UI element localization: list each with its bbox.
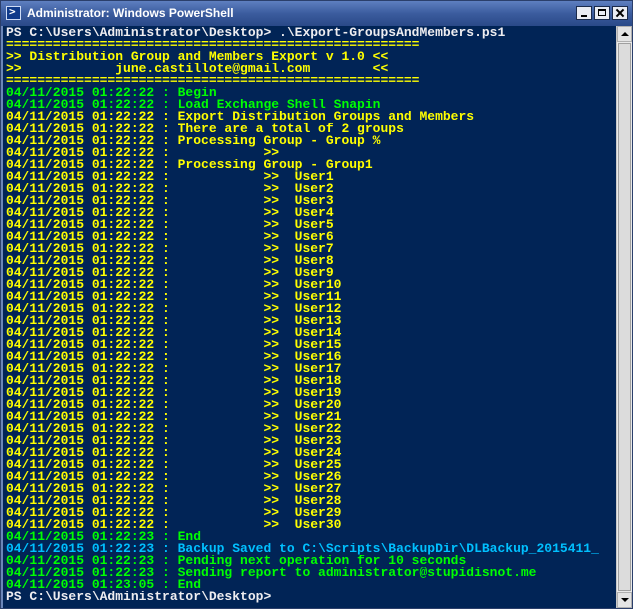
scroll-down-arrow-icon[interactable]: [617, 592, 632, 608]
maximize-button[interactable]: [594, 6, 610, 20]
console-line: 04/11/2015 01:22:22 : >> User23: [6, 435, 342, 447]
console-line: 04/11/2015 01:22:22 : >> User26: [6, 471, 342, 483]
console-line: 04/11/2015 01:22:22 : >> User14: [6, 327, 342, 339]
console-line: 04/11/2015 01:22:22 : >> User16: [6, 351, 342, 363]
console-line: 04/11/2015 01:22:22 : >> User11: [6, 291, 342, 303]
console-line: 04/11/2015 01:22:22 : >> User8: [6, 255, 334, 267]
console-line: 04/11/2015 01:22:22 : >> User10: [6, 279, 342, 291]
console-line: 04/11/2015 01:22:22 : >> User28: [6, 495, 342, 507]
console-line: >> Distribution Group and Members Export…: [6, 51, 389, 63]
console-line: 04/11/2015 01:22:22 : >> User25: [6, 459, 342, 471]
console-line: 04/11/2015 01:22:22 : >> User29: [6, 507, 342, 519]
scroll-up-arrow-icon[interactable]: [617, 26, 632, 42]
title-bar[interactable]: > Administrator: Windows PowerShell: [1, 1, 632, 26]
console-line: PS C:\Users\Administrator\Desktop>: [6, 591, 272, 603]
console-line: ========================================…: [6, 75, 420, 87]
console-line: 04/11/2015 01:22:22 : >> User24: [6, 447, 342, 459]
console-line: 04/11/2015 01:22:22 : >> User20: [6, 399, 342, 411]
console-line: 04/11/2015 01:22:22 : >> User7: [6, 243, 334, 255]
window-title: Administrator: Windows PowerShell: [27, 6, 234, 20]
console-line: 04/11/2015 01:22:22 : >> User9: [6, 267, 334, 279]
powershell-icon[interactable]: >: [6, 5, 21, 20]
scrollbar-thumb[interactable]: [618, 43, 631, 591]
console-lines: PS C:\Users\Administrator\Desktop> .\Exp…: [6, 27, 599, 603]
console-output[interactable]: PS C:\Users\Administrator\Desktop> .\Exp…: [3, 26, 616, 608]
close-button[interactable]: [612, 6, 628, 20]
console-line: 04/11/2015 01:22:22 : >> User30: [6, 519, 342, 531]
console-line: 04/11/2015 01:22:23 : End: [6, 531, 202, 543]
console-line: 04/11/2015 01:22:22 : >> User21: [6, 411, 342, 423]
vertical-scrollbar[interactable]: [616, 26, 632, 608]
console-line: 04/11/2015 01:22:22 : >> User27: [6, 483, 342, 495]
console-line: 04/11/2015 01:22:22 : Begin: [6, 87, 217, 99]
console-line: 04/11/2015 01:22:22 : >> User3: [6, 195, 334, 207]
console-line: 04/11/2015 01:22:22 : >> User12: [6, 303, 342, 315]
console-line: 04/11/2015 01:22:22 : >> User13: [6, 315, 342, 327]
console-line: 04/11/2015 01:22:23 : Pending next opera…: [6, 555, 467, 567]
console-line: 04/11/2015 01:22:22 : >> User18: [6, 375, 342, 387]
console-line: ========================================…: [6, 39, 420, 51]
console-line: 04/11/2015 01:22:22 : >> User4: [6, 207, 334, 219]
console-line: 04/11/2015 01:23:05 : End: [6, 579, 202, 591]
console-line: 04/11/2015 01:22:22 : >>: [6, 147, 280, 159]
console-line: 04/11/2015 01:22:22 : >> User6: [6, 231, 334, 243]
console-line: 04/11/2015 01:22:22 : >> User2: [6, 183, 334, 195]
console-line: 04/11/2015 01:22:22 : >> User5: [6, 219, 334, 231]
console-line: >> june.castillote@gmail.com <<: [6, 63, 389, 75]
console-line: 04/11/2015 01:22:22 : Load Exchange Shel…: [6, 99, 381, 111]
console-line: 04/11/2015 01:22:22 : Export Distributio…: [6, 111, 475, 123]
console-line: 04/11/2015 01:22:22 : Processing Group -…: [6, 135, 381, 147]
console-line: 04/11/2015 01:22:23 : Sending report to …: [6, 567, 537, 579]
console-line: 04/11/2015 01:22:23 : Backup Saved to C:…: [6, 543, 599, 555]
console-line: 04/11/2015 01:22:22 : >> User15: [6, 339, 342, 351]
console-line: 04/11/2015 01:22:22 : >> User17: [6, 363, 342, 375]
console-line: 04/11/2015 01:22:22 : >> User1: [6, 171, 334, 183]
console-line: 04/11/2015 01:22:22 : >> User22: [6, 423, 342, 435]
console-line: PS C:\Users\Administrator\Desktop> .\Exp…: [6, 27, 506, 39]
console-line: 04/11/2015 01:22:22 : Processing Group -…: [6, 159, 373, 171]
powershell-window: > Administrator: Windows PowerShell PS C…: [0, 0, 633, 609]
minimize-button[interactable]: [576, 6, 592, 20]
console-line: 04/11/2015 01:22:22 : >> User19: [6, 387, 342, 399]
console-line: 04/11/2015 01:22:22 : There are a total …: [6, 123, 404, 135]
